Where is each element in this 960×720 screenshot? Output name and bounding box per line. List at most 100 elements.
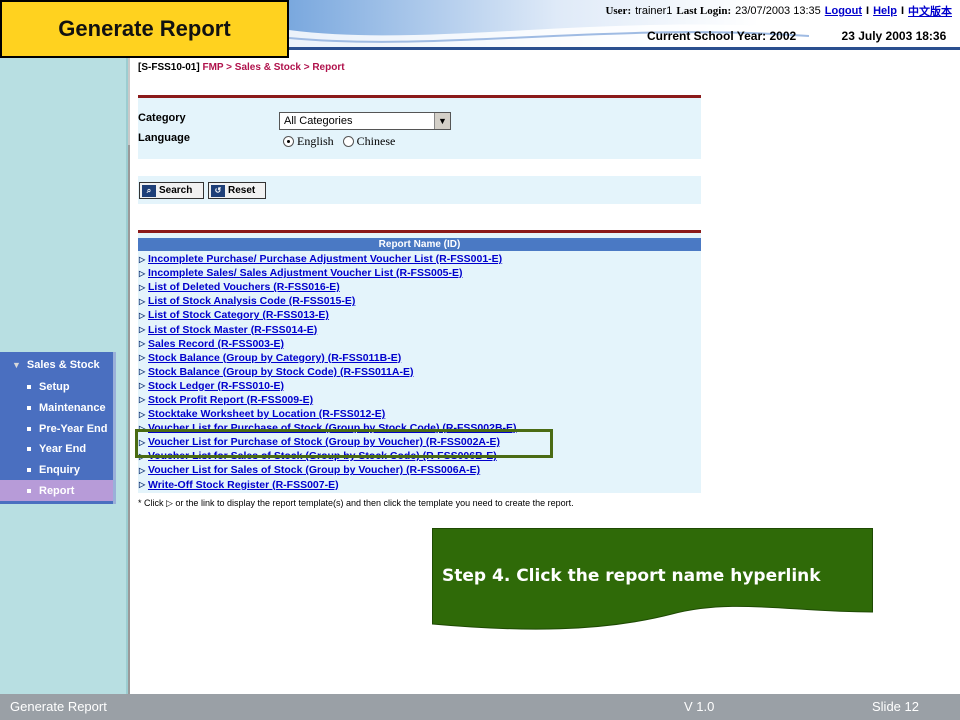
breadcrumb-path[interactable]: FMP > Sales & Stock > Report	[202, 62, 344, 73]
nav-item[interactable]: Maintenance	[0, 398, 113, 419]
language-label: Language	[138, 132, 190, 144]
radio-chinese-label: Chinese	[356, 134, 396, 148]
report-row: ▷ Sales Record (R-FSS003-E)	[139, 337, 699, 351]
expand-triangle-icon[interactable]: ▷	[139, 325, 148, 334]
radio-chinese[interactable]	[342, 136, 354, 147]
nav-item[interactable]: Setup	[0, 377, 113, 398]
report-row: ▷ List of Stock Analysis Code (R-FSS015-E…	[139, 294, 699, 308]
highlight-box	[135, 429, 553, 458]
last-login-label: Last Login:	[676, 5, 732, 17]
expand-triangle-icon[interactable]: ▷	[139, 395, 148, 404]
report-row: ▷ List of Stock Master (R-FSS014-E)	[139, 322, 699, 336]
radio-english-label: English	[297, 134, 334, 148]
header-rule	[289, 47, 960, 50]
help-link[interactable]: Help	[873, 5, 897, 17]
reset-icon: ↺	[211, 184, 225, 197]
expand-triangle-icon[interactable]: ▷	[139, 311, 148, 320]
report-link[interactable]: Incomplete Sales/ Sales Adjustment Vouch…	[148, 267, 463, 279]
chevron-down-icon[interactable]: ▼	[434, 113, 450, 129]
report-row: ▷ Incomplete Purchase/ Purchase Adjustmen…	[139, 252, 699, 266]
search-icon: ⌕	[142, 184, 156, 197]
nav-item-label: Pre-Year End	[39, 422, 108, 435]
report-table-header: Report Name (ID)	[138, 238, 701, 251]
user-label: User:	[605, 5, 632, 17]
breadcrumb: [S-FSS10-01] FMP > Sales & Stock > Repor…	[138, 62, 345, 73]
expand-triangle-icon[interactable]: ▷	[139, 410, 148, 419]
expand-triangle-icon[interactable]: ▷	[139, 480, 148, 489]
slide-footer: Generate Report V 1.0 Slide 12	[0, 694, 960, 720]
report-link[interactable]: Voucher List for Sales of Stock (Group b…	[148, 464, 480, 476]
report-row: ▷ List of Deleted Vouchers (R-FSS016-E)	[139, 280, 699, 294]
language-radio-group: English Chinese	[283, 134, 395, 149]
content-divider	[128, 145, 130, 695]
nav-item-label: Enquiry	[39, 464, 80, 477]
nav-item-label: Maintenance	[39, 402, 106, 415]
report-row: ▷ Stock Balance (Group by Stock Code) (R-…	[139, 365, 699, 379]
expand-triangle-icon[interactable]: ▷	[139, 255, 148, 264]
report-link[interactable]: Sales Record (R-FSS003-E)	[148, 338, 284, 350]
expand-triangle-icon[interactable]: ▷	[139, 466, 148, 475]
report-row: ▷ Stock Ledger (R-FSS010-E)	[139, 379, 699, 393]
report-link[interactable]: List of Stock Category (R-FSS013-E)	[148, 309, 329, 321]
last-login-value: 23/07/2003 13:35	[735, 5, 821, 17]
report-link[interactable]: Stock Profit Report (R-FSS009-E)	[148, 394, 313, 406]
nav-item[interactable]: Enquiry	[0, 460, 113, 481]
search-button[interactable]: ⌕ Search	[139, 182, 204, 199]
expand-triangle-icon[interactable]: ▷	[139, 269, 148, 278]
nav-item-label: Setup	[39, 381, 70, 394]
reset-button[interactable]: ↺ Reset	[208, 182, 266, 199]
category-label: Category	[138, 112, 186, 124]
report-row: ▷ Stock Balance (Group by Category) (R-FS…	[139, 351, 699, 365]
report-link[interactable]: Stock Balance (Group by Category) (R-FSS…	[148, 352, 401, 364]
report-link[interactable]: Write-Off Stock Register (R-FSS007-E)	[148, 479, 339, 491]
expand-triangle-icon[interactable]: ▷	[139, 381, 148, 390]
radio-english[interactable]	[283, 136, 294, 147]
separator: I	[866, 5, 870, 17]
expand-triangle-icon[interactable]: ▷	[139, 297, 148, 306]
nav-item[interactable]: Year End	[0, 439, 113, 460]
nav-item[interactable]: Pre-Year End	[0, 418, 113, 439]
logout-link[interactable]: Logout	[825, 5, 862, 17]
slide-title: Generate Report	[0, 0, 289, 58]
nav-section-label: Sales & Stock	[26, 358, 100, 371]
bullet-icon	[27, 406, 31, 411]
report-link[interactable]: Stock Balance (Group by Stock Code) (R-F…	[148, 366, 413, 378]
report-row: ▷ Write-Off Stock Register (R-FSS007-E)	[139, 478, 699, 492]
report-note: * Click ▷ or the link to display the rep…	[138, 498, 574, 509]
nav-section-sales-stock[interactable]: ▼ Sales & Stock	[0, 352, 113, 377]
footer-slide-number: Slide 12	[872, 699, 919, 714]
bullet-icon	[27, 385, 31, 390]
expand-triangle-icon[interactable]: ▷	[139, 367, 148, 376]
bullet-icon	[27, 488, 31, 493]
chinese-version-link[interactable]: 中文版本	[908, 3, 952, 19]
category-select[interactable]: All Categories ▼	[279, 112, 451, 130]
report-row: ▷ Incomplete Sales/ Sales Adjustment Vouc…	[139, 266, 699, 280]
user-info-bar: User: trainer1 Last Login: 23/07/2003 13…	[605, 3, 952, 19]
report-row: ▷ List of Stock Category (R-FSS013-E)	[139, 308, 699, 322]
separator: I	[900, 5, 904, 17]
report-link[interactable]: Stocktake Worksheet by Location (R-FSS01…	[148, 408, 385, 420]
expand-triangle-icon[interactable]: ▷	[139, 283, 148, 292]
expand-triangle-icon[interactable]: ▷	[139, 353, 148, 362]
expand-triangle-icon[interactable]: ▷	[139, 339, 148, 348]
report-note-text: * Click ▷ or the link to display the rep…	[138, 498, 574, 508]
report-link[interactable]: List of Deleted Vouchers (R-FSS016-E)	[148, 281, 340, 293]
bullet-icon	[27, 426, 31, 431]
footer-title: Generate Report	[10, 699, 107, 714]
report-row: ▷ Voucher List for Sales of Stock (Group …	[139, 463, 699, 477]
nav-item-label: Report	[39, 484, 75, 497]
school-year-bar: Current School Year: 2002 23 July 2003 1…	[647, 29, 946, 43]
footer-version: V 1.0	[684, 699, 715, 714]
left-nav: ▼ Sales & Stock Setup Maintenance Pre-Year…	[0, 352, 116, 504]
callout-text: Step 4. Click the report name hyperlink	[442, 566, 821, 586]
report-link[interactable]: Stock Ledger (R-FSS010-E)	[148, 380, 284, 392]
nav-item[interactable]: Report	[0, 480, 113, 502]
report-row: ▷ Stocktake Worksheet by Location (R-FSS0…	[139, 407, 699, 421]
bullet-icon	[27, 468, 31, 473]
user-name: trainer1	[635, 5, 673, 17]
school-year: Current School Year: 2002	[647, 29, 797, 43]
report-link[interactable]: Incomplete Purchase/ Purchase Adjustment…	[148, 253, 502, 265]
report-link[interactable]: List of Stock Analysis Code (R-FSS015-E)	[148, 295, 355, 307]
reset-button-label: Reset	[228, 185, 256, 196]
report-link[interactable]: List of Stock Master (R-FSS014-E)	[148, 324, 317, 336]
